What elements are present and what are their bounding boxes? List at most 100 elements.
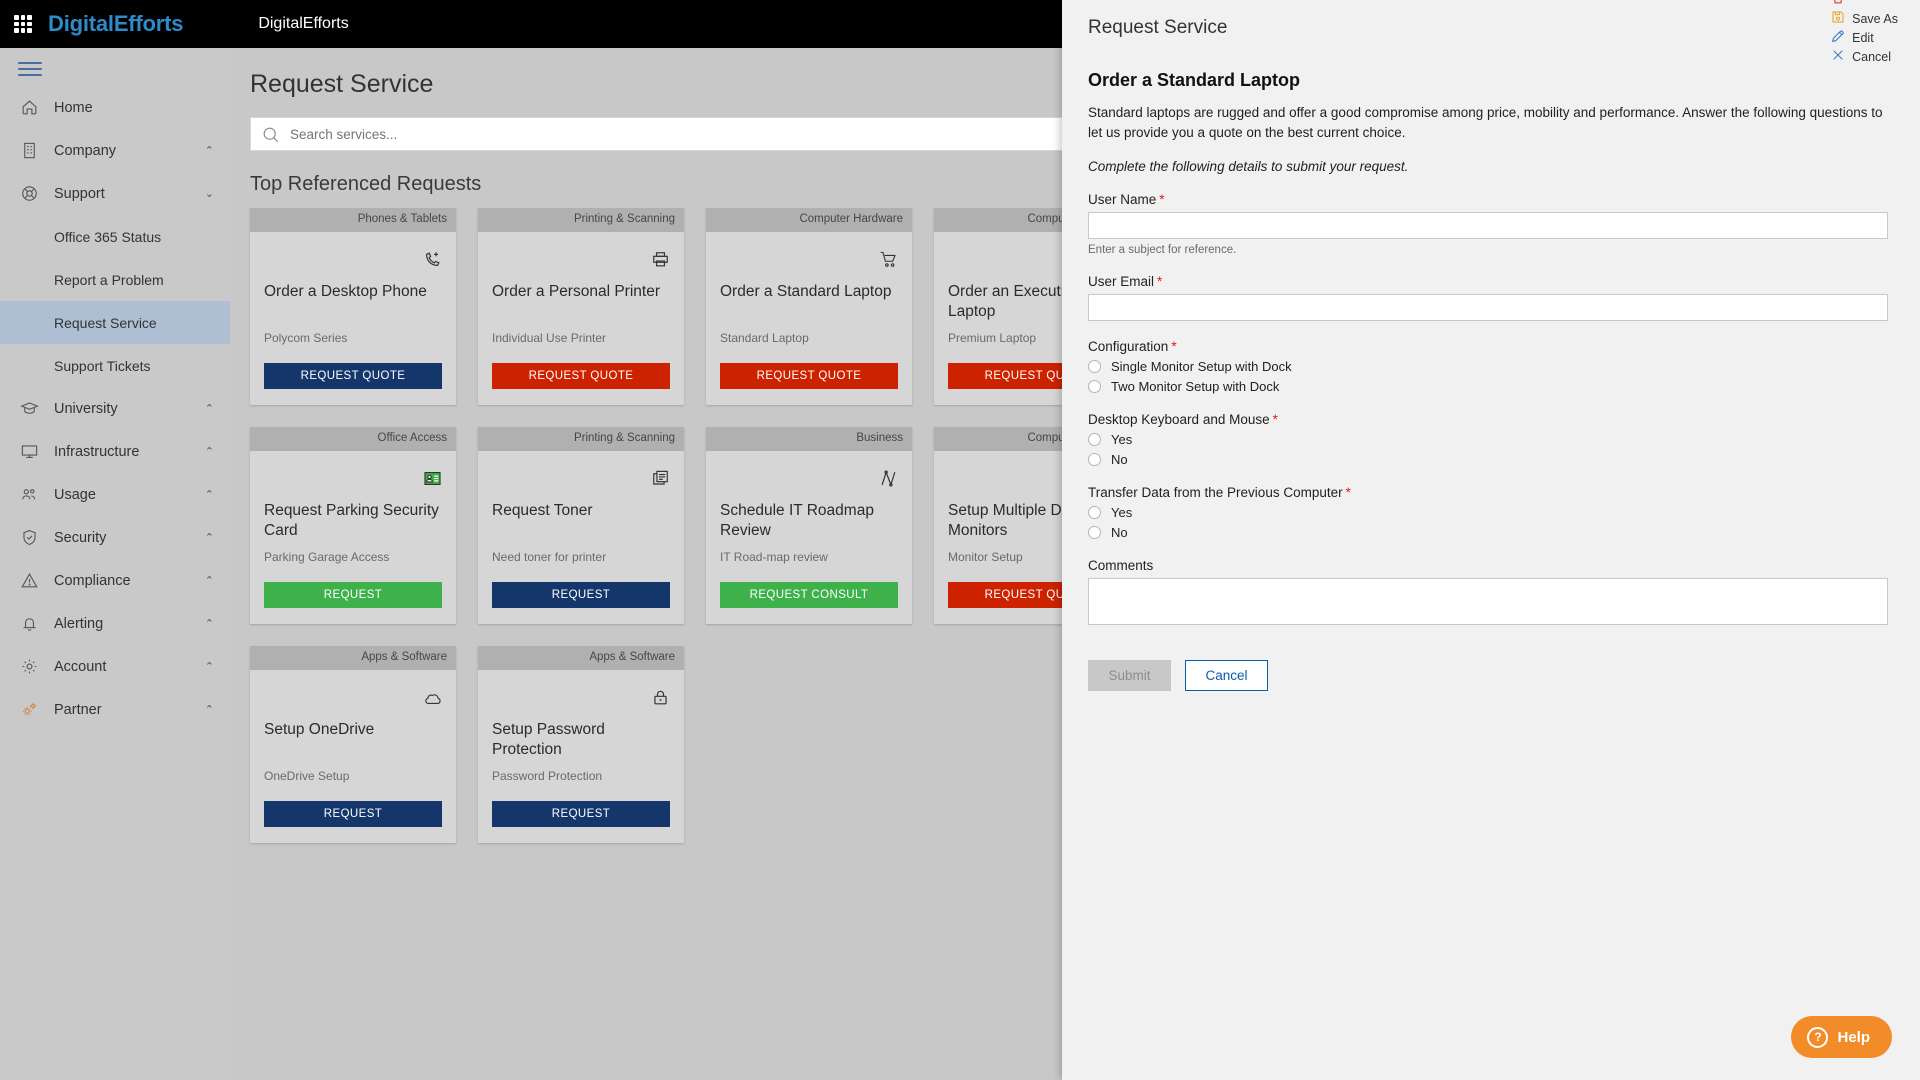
radio-button[interactable] (1088, 433, 1101, 446)
sidebar-item-alerting[interactable]: Alerting ⌃ (0, 602, 230, 645)
search-icon (261, 125, 280, 144)
chevron-icon: ⌃ (204, 618, 214, 630)
form-instruction: Complete the following details to submit… (1088, 159, 1409, 174)
card-title: Setup OneDrive (264, 721, 375, 738)
question-circle-icon: ? (1807, 1026, 1829, 1048)
card-action-button[interactable]: REQUEST QUOTE (264, 363, 442, 389)
service-card[interactable]: Computer Hardware Order a Standard Laptop… (706, 208, 912, 405)
graduation-cap-icon (16, 398, 42, 420)
trash-icon (1830, 0, 1852, 9)
toner-icon (492, 461, 670, 495)
toolbar-label: Cancel (1852, 49, 1892, 64)
transfer-data-option[interactable]: No (1088, 525, 1894, 540)
configuration-option[interactable]: Two Monitor Setup with Dock (1088, 379, 1894, 394)
onedrive-icon (264, 680, 442, 714)
help-button[interactable]: ? Help (1791, 1016, 1892, 1058)
sidebar-item-university[interactable]: University ⌃ (0, 387, 230, 430)
card-action-button[interactable]: REQUEST (492, 801, 670, 827)
card-title: Order a Personal Printer (492, 283, 660, 300)
card-action-button[interactable]: REQUEST (264, 582, 442, 608)
keyboard-mouse-label: Desktop Keyboard and Mouse * (1088, 412, 1894, 427)
radio-button[interactable] (1088, 526, 1101, 539)
keyboard-mouse-radio-group: Yes No (1088, 432, 1894, 467)
sidebar-item-report-a-problem[interactable]: Report a Problem (0, 258, 230, 301)
service-card[interactable]: Apps & Software Setup OneDrive OneDrive Se… (250, 646, 456, 843)
brand-logo[interactable]: DigitalEfforts (48, 11, 184, 37)
radio-button[interactable] (1088, 360, 1101, 373)
hamburger-icon[interactable] (18, 62, 42, 76)
service-card[interactable]: Printing & Scanning Order a Personal Prin… (478, 208, 684, 405)
user-name-input[interactable] (1088, 212, 1888, 239)
sidebar-item-label: Office 365 Status (54, 228, 162, 245)
cancel-button[interactable]: Cancel (1185, 660, 1268, 691)
card-category: Printing & Scanning (478, 208, 684, 232)
field-user-name: User Name * Enter a subject for reference… (1088, 192, 1894, 256)
radio-button[interactable] (1088, 453, 1101, 466)
app-launcher-icon[interactable] (12, 13, 34, 35)
sidebar-item-infrastructure[interactable]: Infrastructure ⌃ (0, 430, 230, 473)
card-category: Business (706, 427, 912, 451)
panel-toolbar: Save As Edit Cancel (1804, 0, 1898, 66)
chevron-icon: ⌃ (204, 403, 214, 415)
sidebar-item-home[interactable]: Home (0, 86, 230, 129)
people-icon (16, 484, 42, 506)
keyboard-mouse-option[interactable]: No (1088, 452, 1894, 467)
service-card[interactable]: Office Access Request Parking Security Ca… (250, 427, 456, 624)
sidebar-item-usage[interactable]: Usage ⌃ (0, 473, 230, 516)
transfer-data-option[interactable]: Yes (1088, 505, 1894, 520)
keyboard-mouse-label-text: Desktop Keyboard and Mouse (1088, 412, 1270, 427)
gears-icon (16, 699, 42, 721)
card-title: Setup Password Protection (492, 721, 605, 758)
edit-button[interactable]: Edit (1830, 28, 1898, 47)
sidebar-item-compliance[interactable]: Compliance ⌃ (0, 559, 230, 602)
sidebar: Home Company ⌃ Support ⌄ Office 365 Status Rep… (0, 48, 230, 1080)
chevron-icon: ⌃ (204, 575, 214, 587)
card-body: Order a Standard Laptop Standard Laptop RE… (706, 232, 912, 405)
radio-label: No (1111, 452, 1128, 467)
service-card[interactable]: Apps & Software Setup Password Protection… (478, 646, 684, 843)
card-action-button[interactable]: REQUEST (492, 582, 670, 608)
sidebar-item-account[interactable]: Account ⌃ (0, 645, 230, 688)
gear-icon (16, 656, 42, 678)
save-as-button[interactable]: Save As (1830, 9, 1898, 28)
service-card[interactable]: Phones & Tablets Order a Desktop Phone Pol… (250, 208, 456, 405)
transfer-data-radio-group: Yes No (1088, 505, 1894, 540)
sidebar-item-partner[interactable]: Partner ⌃ (0, 688, 230, 731)
radio-button[interactable] (1088, 380, 1101, 393)
user-email-label: User Email * (1088, 274, 1894, 289)
card-body: Request Toner Need toner for printer REQUE… (478, 451, 684, 624)
card-action-button[interactable]: REQUEST CONSULT (720, 582, 898, 608)
sidebar-item-company[interactable]: Company ⌃ (0, 129, 230, 172)
sidebar-item-security[interactable]: Security ⌃ (0, 516, 230, 559)
pencil-icon (1830, 28, 1852, 47)
card-subtitle: IT Road-map review (720, 550, 828, 564)
sidebar-item-support[interactable]: Support ⌄ (0, 172, 230, 215)
required-marker: * (1157, 274, 1163, 289)
field-comments: Comments (1088, 558, 1894, 630)
printer-icon (492, 242, 670, 276)
comments-textarea[interactable] (1088, 578, 1888, 625)
delete-button[interactable] (1830, 0, 1898, 9)
sidebar-item-request-service[interactable]: Request Service (0, 301, 230, 344)
service-card[interactable]: Printing & Scanning Request Toner Need ton… (478, 427, 684, 624)
card-action-button[interactable]: REQUEST QUOTE (492, 363, 670, 389)
sidebar-item-support-tickets[interactable]: Support Tickets (0, 344, 230, 387)
required-marker: * (1171, 339, 1177, 354)
sidebar-item-office-365-status[interactable]: Office 365 Status (0, 215, 230, 258)
warning-triangle-icon (16, 570, 42, 592)
cancel-button[interactable]: Cancel (1830, 47, 1898, 66)
card-title: Order a Desktop Phone (264, 283, 427, 300)
card-action-button[interactable]: REQUEST QUOTE (720, 363, 898, 389)
submit-button[interactable]: Submit (1088, 660, 1171, 691)
keyboard-mouse-option[interactable]: Yes (1088, 432, 1894, 447)
radio-label: No (1111, 525, 1128, 540)
transfer-data-label-text: Transfer Data from the Previous Computer (1088, 485, 1343, 500)
card-action-button[interactable]: REQUEST (264, 801, 442, 827)
required-marker: * (1159, 192, 1165, 207)
configuration-option[interactable]: Single Monitor Setup with Dock (1088, 359, 1894, 374)
radio-button[interactable] (1088, 506, 1101, 519)
service-card[interactable]: Business Schedule IT Roadmap Review IT Roa… (706, 427, 912, 624)
user-email-input[interactable] (1088, 294, 1888, 321)
card-title: Schedule IT Roadmap Review (720, 502, 874, 539)
chevron-icon: ⌄ (204, 188, 214, 200)
